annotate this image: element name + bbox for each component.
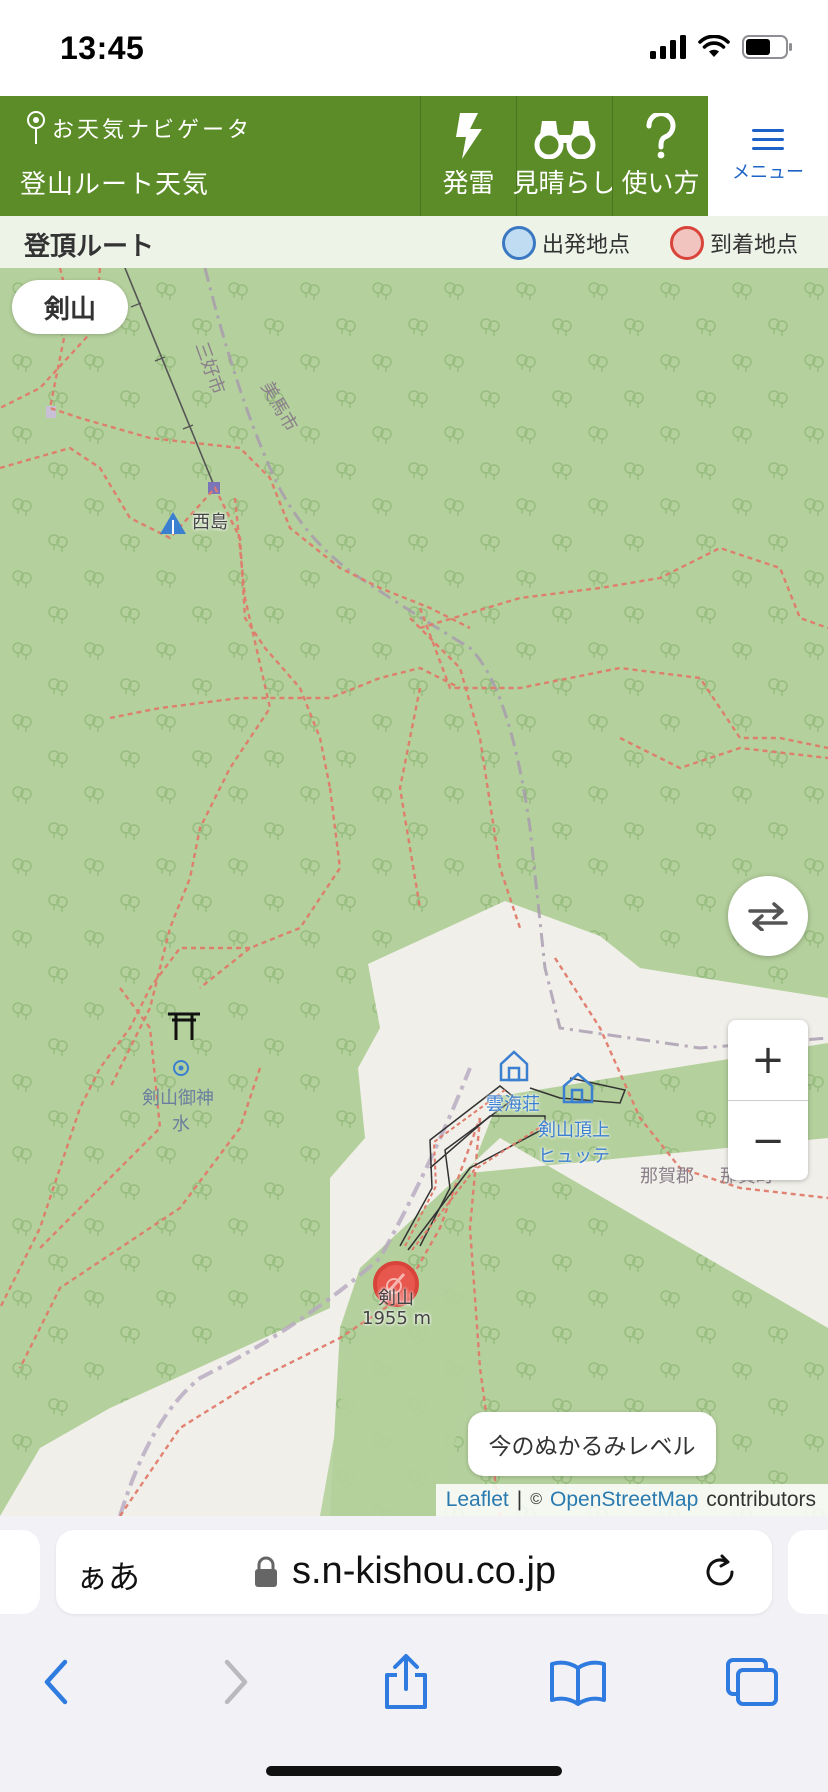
place-label-unkaiso: 雲海荘 (486, 1094, 540, 1115)
browser-toolbar (0, 1628, 828, 1792)
zoom-out-button[interactable]: − (728, 1100, 808, 1180)
lightning-button[interactable]: 発雷 (420, 96, 516, 216)
binoculars-icon (534, 121, 595, 159)
peak-name-label: 剣山 (378, 1288, 414, 1309)
hamburger-icon (752, 129, 784, 150)
zoom-in-button[interactable]: + (728, 1020, 808, 1100)
view-label: 見晴らし (512, 169, 617, 199)
share-icon (385, 1654, 427, 1709)
map[interactable]: 三好市 美馬市 西島 剣山御神 水 雲海荘 剣山頂上 ヒュッテ 那賀郡 那賀町 … (0, 268, 828, 1516)
route-title: 登頂ルート (24, 232, 155, 262)
place-label-nishijima: 西島 (192, 512, 228, 533)
legend-arrival-label: 到着地点 (710, 233, 799, 258)
legend-departure: 出発地点 (502, 226, 630, 260)
previous-tab-preview[interactable] (0, 1530, 40, 1614)
back-chevron-icon (44, 1659, 68, 1705)
brand-logo: お天気ナビゲータ (22, 110, 252, 144)
wifi-icon (698, 35, 730, 57)
url-text: s.n-kishou.co.jp (292, 1550, 557, 1592)
menu-button[interactable]: メニュー (708, 96, 828, 216)
lock-icon (255, 1556, 277, 1587)
bookmarks-button[interactable] (538, 1650, 618, 1714)
region-label-naka-gun: 那賀郡 (640, 1166, 694, 1187)
menu-label: メニュー (732, 162, 804, 183)
mud-level-button[interactable]: 今のぬかるみレベル (468, 1412, 716, 1476)
lightning-label: 発雷 (442, 169, 495, 199)
howto-button[interactable]: 使い方 (612, 96, 708, 216)
map-attribution: Leaflet | © OpenStreetMap contributors (435, 1484, 828, 1516)
copyright-symbol: © (530, 1491, 543, 1508)
place-label-shrine-water-1: 剣山御神 (142, 1088, 214, 1109)
forward-button[interactable] (196, 1650, 276, 1714)
attribution-separator: | (516, 1488, 523, 1511)
place-label-shrine-water-2: 水 (172, 1114, 190, 1135)
antenna-icon (27, 111, 45, 144)
leaflet-link[interactable]: Leaflet (446, 1488, 509, 1512)
status-time: 13:45 (60, 30, 145, 66)
legend-arrival: 到着地点 (670, 226, 798, 260)
route-bar: 登頂ルート 出発地点 到着地点 (0, 216, 828, 268)
zoom-control: + − (728, 1020, 808, 1180)
back-button[interactable] (16, 1650, 96, 1714)
place-label-hutte-2: ヒュッテ (538, 1146, 610, 1167)
tabs-button[interactable] (712, 1650, 792, 1714)
place-label-hutte-1: 剣山頂上 (538, 1120, 610, 1141)
lightning-icon (455, 113, 482, 159)
swap-route-button[interactable] (728, 876, 808, 956)
peak-elevation-label: 1955 m (362, 1308, 432, 1329)
share-button[interactable] (366, 1650, 446, 1714)
osm-link[interactable]: OpenStreetMap (550, 1488, 698, 1512)
status-icons (650, 34, 794, 60)
book-icon (550, 1660, 606, 1706)
attribution-contributors: contributors (706, 1488, 816, 1511)
brand[interactable]: お天気ナビゲータ 登山ルート天気 (0, 96, 420, 216)
home-indicator[interactable] (266, 1766, 562, 1776)
battery-icon (742, 35, 792, 59)
forward-chevron-icon (224, 1659, 248, 1705)
reader-options-button[interactable]: ぁあ (76, 1552, 140, 1598)
departure-dot-icon (502, 226, 536, 260)
question-icon (645, 113, 675, 159)
tabs-icon (726, 1658, 778, 1706)
app-subtitle: 登山ルート天気 (20, 170, 210, 200)
browser-url-bar: ぁあ s.n-kishou.co.jp (0, 1516, 828, 1628)
swap-arrows-icon (748, 902, 788, 931)
view-button[interactable]: 見晴らし (513, 96, 617, 216)
logo-text: お天気ナビゲータ (52, 118, 253, 143)
legend-departure-label: 出発地点 (542, 233, 631, 258)
cellular-signal-icon (650, 35, 686, 59)
address-bar[interactable]: ぁあ s.n-kishou.co.jp (56, 1530, 772, 1614)
reload-icon[interactable] (700, 1552, 740, 1592)
mountain-name-pill[interactable]: 剣山 (12, 280, 128, 334)
howto-label: 使い方 (621, 169, 700, 199)
arrival-dot-icon (670, 226, 704, 260)
next-tab-preview[interactable] (788, 1530, 828, 1614)
app-header: お天気ナビゲータ 登山ルート天気 発雷 見晴らし 使い方 メニュー (0, 96, 828, 216)
status-bar: 13:45 (0, 0, 828, 96)
